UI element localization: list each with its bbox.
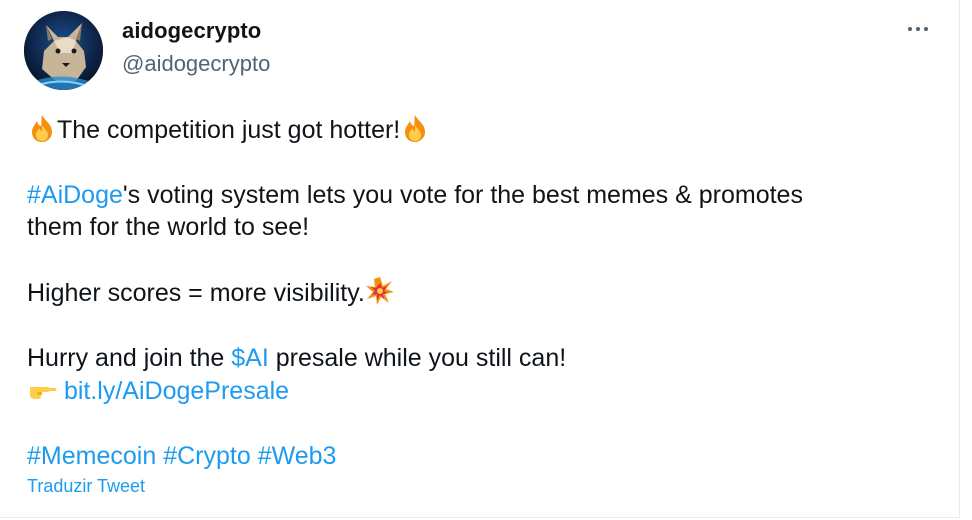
cashtag-link[interactable]: $AI — [231, 344, 269, 372]
tweet-line-5-text-a: Hurry and join the — [27, 344, 232, 372]
tweet-text: The competition just got hotter! #AiDoge… — [27, 113, 937, 472]
dog-avatar-icon[interactable] — [24, 11, 103, 90]
tweet-line-2-text: 's voting system lets you vote for the b… — [122, 181, 803, 209]
tweet-line: bit.ly/AiDogePresale — [27, 374, 937, 407]
tweet-line-4-text: Higher scores = more visibility. — [27, 279, 365, 307]
hashtag-link[interactable]: #Memecoin — [27, 442, 156, 470]
pointing-hand-icon — [27, 374, 57, 404]
fire-icon — [27, 113, 57, 143]
fire-icon — [400, 113, 430, 143]
tweet-line-1-text: The competition just got hotter! — [57, 116, 401, 144]
tweet-card: aidogecrypto @aidogecrypto The competiti… — [0, 0, 960, 518]
presale-link[interactable]: bit.ly/AiDogePresale — [64, 377, 289, 405]
tweet-line: Higher scores = more visibility. — [27, 276, 937, 309]
collision-icon — [365, 276, 395, 306]
hashtag-link[interactable]: #AiDoge — [27, 181, 123, 209]
hashtags-line: #Memecoin #Crypto #Web3 — [27, 440, 937, 472]
tweet-line-5-text-b: presale while you still can! — [268, 344, 567, 372]
more-dot — [908, 27, 912, 31]
translate-tweet-link[interactable]: Traduzir Tweet — [27, 476, 145, 497]
more-dot — [924, 27, 928, 31]
hashtag-link[interactable]: #Crypto — [163, 442, 251, 470]
author-name[interactable]: aidogecrypto — [122, 18, 261, 44]
tweet-line: The competition just got hotter! — [27, 113, 937, 146]
tweet-line: #AiDoge's voting system lets you vote fo… — [27, 179, 937, 211]
tweet-line: Hurry and join the $AI presale while you… — [27, 342, 937, 374]
tweet-line-3-text: them for the world to see! — [27, 213, 310, 241]
more-options-icon[interactable] — [903, 20, 933, 38]
author-handle[interactable]: @aidogecrypto — [122, 51, 270, 77]
more-dot — [916, 27, 920, 31]
hashtag-link[interactable]: #Web3 — [258, 442, 337, 470]
